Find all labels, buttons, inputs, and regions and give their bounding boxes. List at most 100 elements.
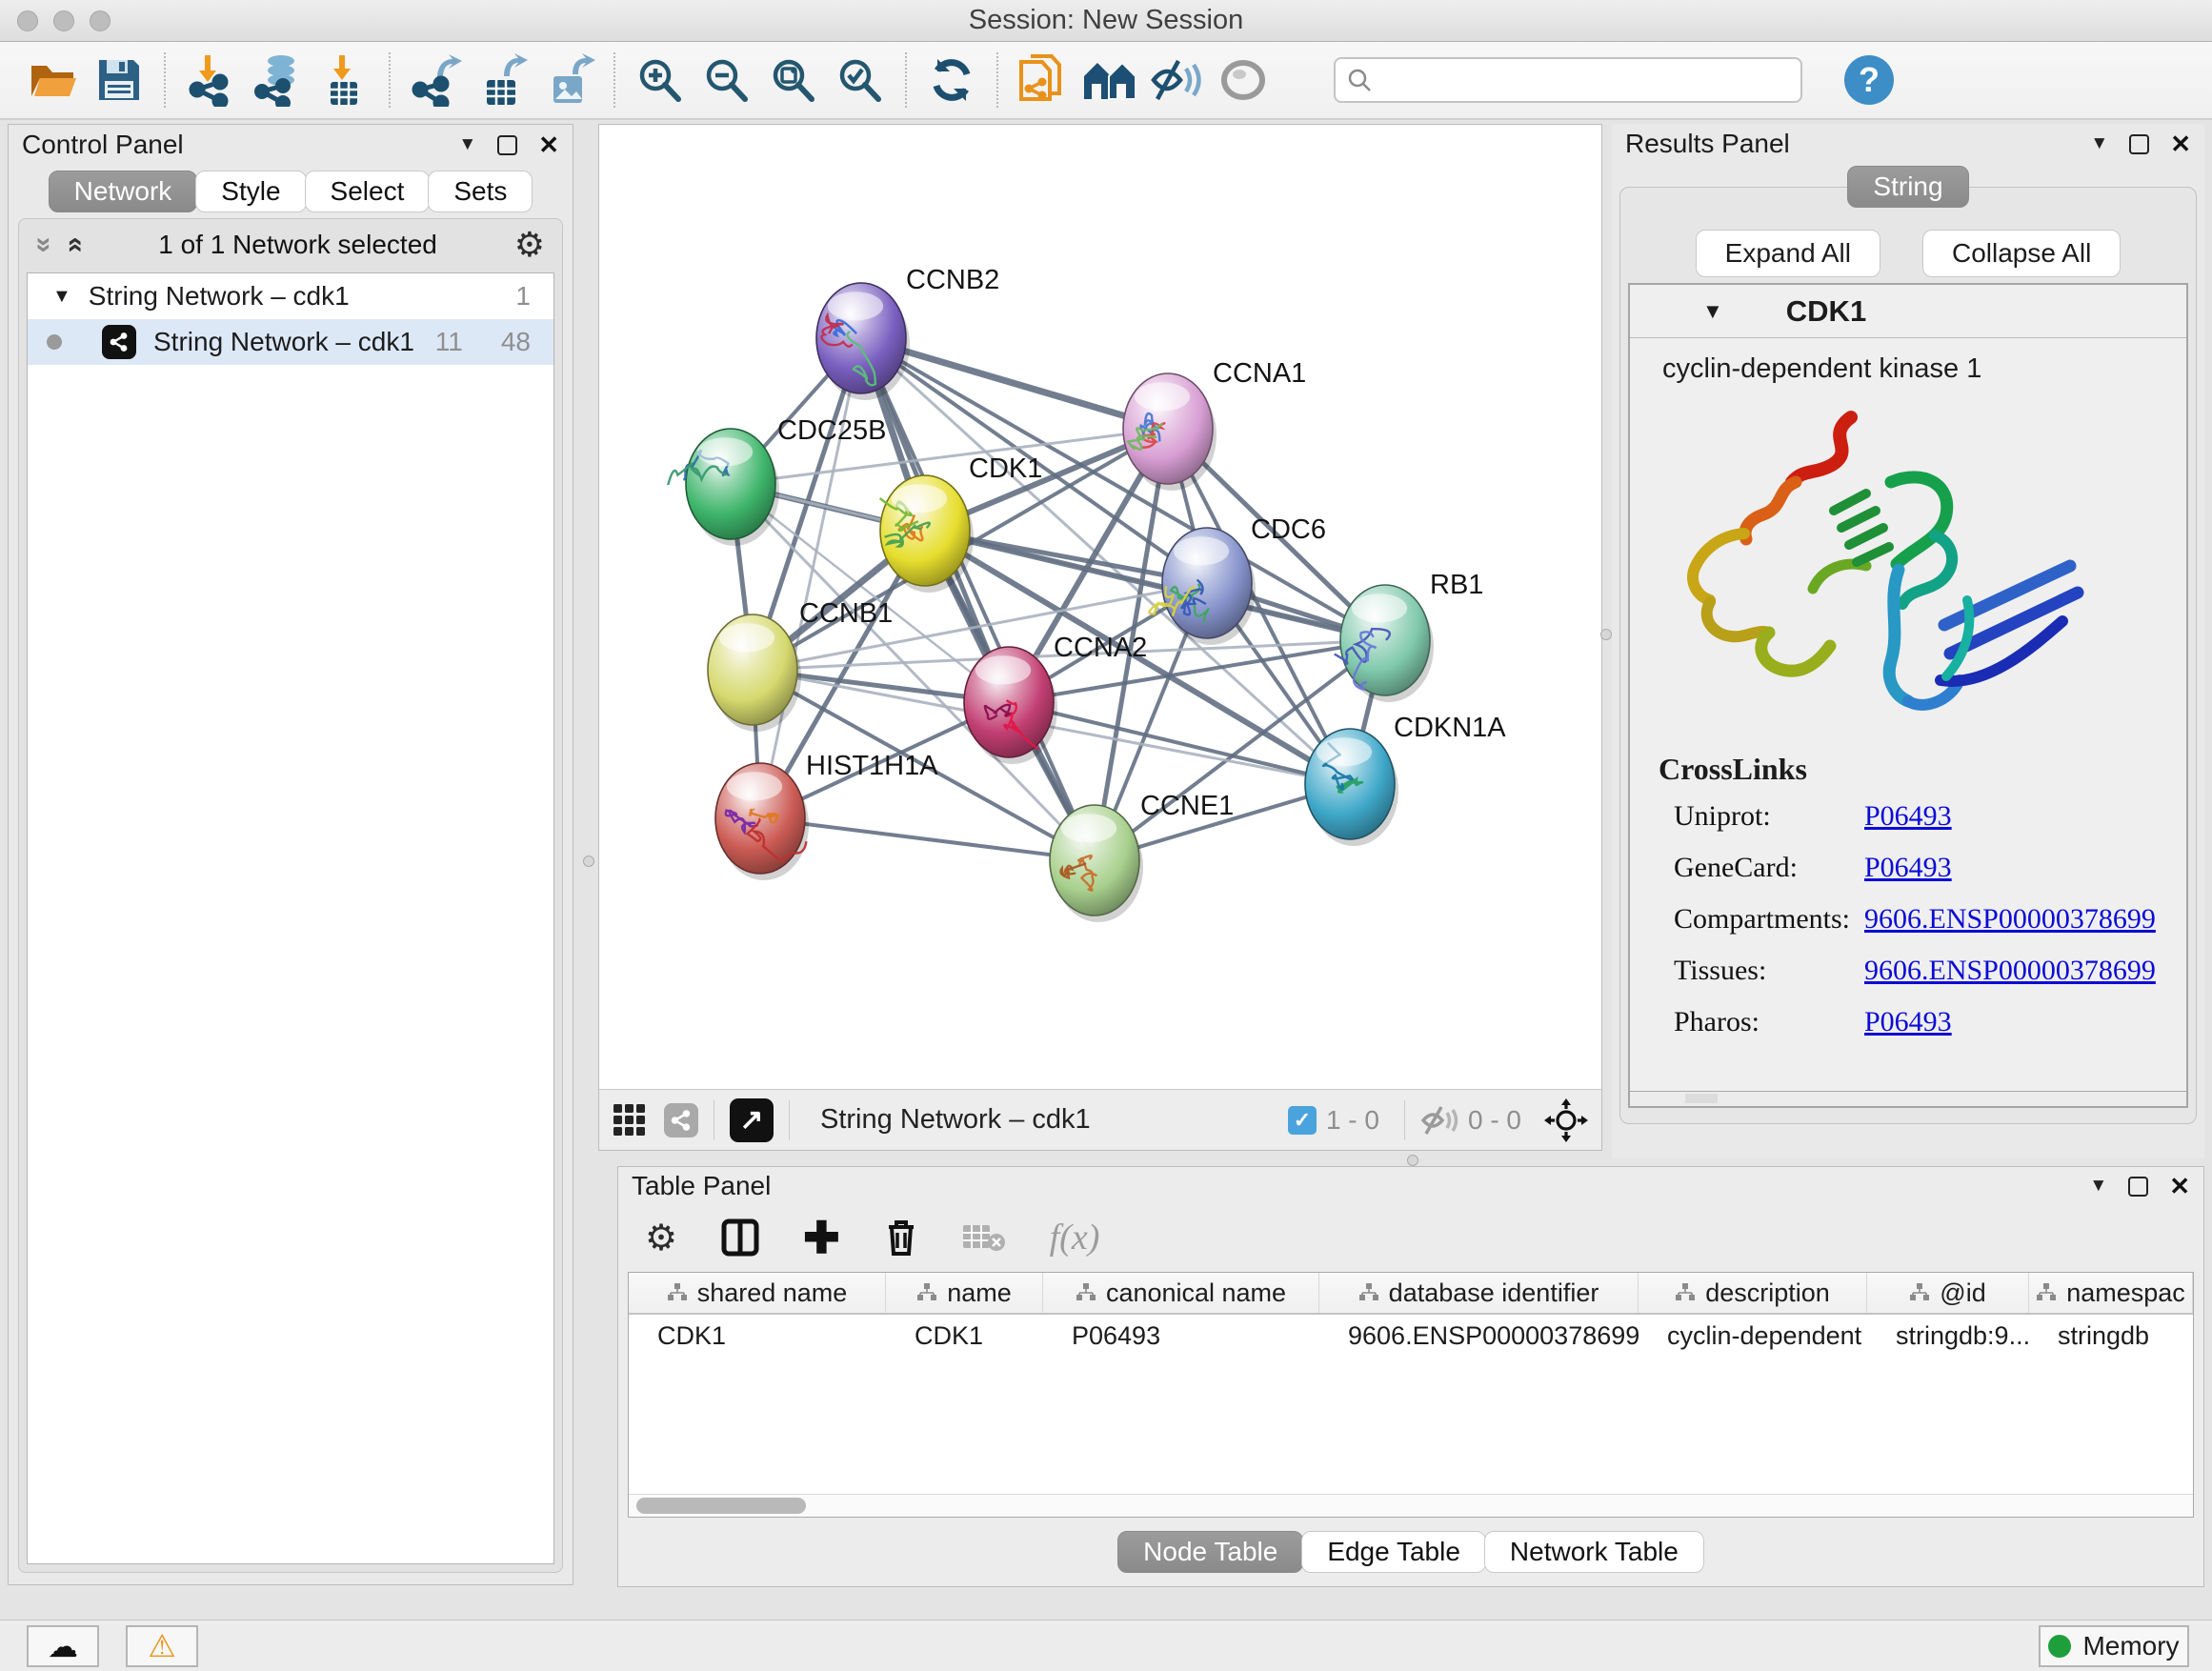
create-column-icon[interactable]: ✚ [803, 1216, 840, 1259]
tab-select[interactable]: Select [305, 171, 431, 212]
collapse-all-button[interactable]: Collapse All [1922, 230, 2121, 277]
right-splitter-handle[interactable] [1600, 629, 1612, 640]
network-tab-content: » » 1 of 1 Network selected ⚙ ▼ String N… [18, 218, 563, 1573]
cloud-button[interactable]: ☁ [27, 1625, 99, 1667]
collapse-all-networks-icon[interactable]: » [28, 237, 60, 253]
column-header-namespac[interactable]: namespac [2029, 1273, 2193, 1313]
network-node-ccnb2[interactable] [816, 283, 910, 400]
results-panel-close-icon[interactable]: ✕ [2170, 130, 2191, 159]
export-image-icon[interactable] [539, 50, 598, 110]
expand-all-networks-icon[interactable]: » [57, 237, 90, 253]
zoom-selected-icon[interactable] [831, 50, 890, 110]
network-row[interactable]: String Network – cdk1 11 48 [28, 319, 553, 365]
table-panel-close-icon[interactable]: ✕ [2169, 1172, 2190, 1201]
tab-string[interactable]: String [1847, 166, 1968, 208]
import-table-icon[interactable] [314, 50, 373, 110]
network-node-ccna1[interactable] [1123, 373, 1217, 491]
show-columns-icon[interactable] [721, 1218, 759, 1257]
control-panel-menu-icon[interactable]: ▼ [458, 134, 476, 155]
network-node-ccne1[interactable] [1050, 805, 1143, 922]
bottom-splitter-handle[interactable] [1407, 1155, 1418, 1166]
crosslink-link[interactable]: P06493 [1864, 852, 1952, 884]
crosslink-link[interactable]: 9606.ENSP00000378699 [1864, 903, 2156, 936]
export-network-icon[interactable] [406, 50, 465, 110]
selected-count-checkbox-icon[interactable]: ✓ [1288, 1106, 1317, 1135]
table-hscrollbar[interactable] [629, 1494, 2193, 1517]
control-panel-float-icon[interactable] [497, 135, 517, 155]
open-icon[interactable] [23, 50, 82, 110]
tab-edge-table[interactable]: Edge Table [1301, 1531, 1486, 1573]
zoom-fit-icon[interactable] [764, 50, 823, 110]
hidden-eye-icon[interactable] [1420, 1105, 1458, 1136]
network-node-hist1h1a[interactable] [715, 763, 809, 880]
open-in-window-icon[interactable]: ↗ [730, 1098, 774, 1142]
toolbar-separator [996, 52, 998, 108]
network-edge[interactable] [760, 818, 1095, 860]
table-row[interactable]: CDK1CDK1P064939606.ENSP00000378699cyclin… [629, 1315, 2193, 1357]
table-panel-float-icon[interactable] [2128, 1177, 2148, 1197]
function-builder-icon-disabled: f(x) [1050, 1217, 1100, 1258]
window-title: Session: New Session [0, 5, 2212, 36]
results-panel-float-icon[interactable] [2129, 134, 2149, 154]
import-network-icon[interactable] [181, 50, 240, 110]
zoom-in-icon[interactable] [631, 50, 690, 110]
network-canvas[interactable]: CCNB2CCNA1CDC25BCDK1CDC6RB1CCNB1CCNA2CDK… [599, 125, 1601, 1091]
tab-style[interactable]: Style [195, 171, 306, 212]
network-options-gear-icon[interactable]: ⚙ [514, 225, 545, 265]
table-hscrollbar-thumb[interactable] [636, 1498, 806, 1514]
results-panel-menu-icon[interactable]: ▼ [2090, 133, 2108, 154]
column-header-canonical-name[interactable]: canonical name [1043, 1273, 1319, 1313]
eye-icon[interactable] [1214, 50, 1273, 110]
column-header-database-identifier[interactable]: database identifier [1319, 1273, 1639, 1313]
gene-collapse-icon[interactable]: ▼ [1702, 299, 1723, 324]
collection-expand-icon[interactable]: ▼ [52, 286, 71, 308]
import-database-icon[interactable] [248, 50, 307, 110]
crosslink-link[interactable]: P06493 [1864, 1006, 1952, 1038]
column-header-description[interactable]: description [1639, 1273, 1867, 1313]
expand-all-button[interactable]: Expand All [1696, 230, 1880, 277]
export-table-icon[interactable] [473, 50, 532, 110]
column-header--id[interactable]: @id [1867, 1273, 2029, 1313]
network-node-ccna2[interactable] [964, 647, 1057, 764]
tab-node-table[interactable]: Node Table [1117, 1531, 1303, 1573]
network-node-ccnb1[interactable] [708, 614, 801, 732]
delete-column-icon[interactable] [884, 1218, 918, 1258]
left-splitter-handle[interactable] [583, 856, 594, 867]
control-panel-close-icon[interactable]: ✕ [538, 131, 559, 160]
table-options-gear-icon[interactable]: ⚙ [645, 1217, 677, 1259]
help-icon[interactable]: ? [1844, 55, 1894, 105]
search-field[interactable] [1334, 57, 1802, 103]
zoom-out-icon[interactable] [697, 50, 756, 110]
toolbar-separator [905, 52, 907, 108]
tab-network-table[interactable]: Network Table [1484, 1531, 1704, 1573]
column-type-icon [667, 1283, 688, 1302]
network-node-cdc6[interactable] [1149, 528, 1256, 645]
table-panel-menu-icon[interactable]: ▼ [2089, 1176, 2107, 1197]
search-input[interactable] [1381, 66, 1789, 95]
column-label: database identifier [1389, 1278, 1599, 1308]
column-header-shared-name[interactable]: shared name [629, 1273, 886, 1313]
network-edge[interactable] [861, 338, 1095, 860]
refresh-layout-icon[interactable] [922, 50, 981, 110]
network-edge[interactable] [760, 338, 861, 818]
results-scrollbar[interactable] [1630, 1091, 2186, 1106]
save-icon[interactable] [90, 50, 149, 110]
string-style-icon[interactable] [664, 1103, 698, 1137]
network-node-cdk1[interactable] [880, 475, 974, 593]
crosslink-link[interactable]: P06493 [1864, 800, 1952, 833]
birdseye-grid-icon[interactable] [613, 1103, 647, 1137]
memory-button[interactable]: Memory [2039, 1625, 2189, 1667]
fit-content-crosshair-icon[interactable] [1544, 1098, 1588, 1142]
column-header-name[interactable]: name [886, 1273, 1043, 1313]
tab-sets[interactable]: Sets [428, 171, 533, 212]
warnings-button[interactable]: ⚠ [126, 1625, 198, 1667]
table-panel-title: Table Panel [632, 1171, 771, 1201]
network-collection-row[interactable]: ▼ String Network – cdk1 1 [28, 273, 553, 319]
string-homes-icon[interactable] [1080, 50, 1139, 110]
hide-unhide-icon[interactable] [1147, 50, 1206, 110]
network-node-cdc25b[interactable] [668, 429, 779, 546]
tab-network[interactable]: Network [49, 171, 198, 212]
crosslink-link[interactable]: 9606.ENSP00000378699 [1864, 955, 2156, 987]
share-file-icon[interactable] [1014, 50, 1073, 110]
network-node-cdkn1a[interactable] [1305, 729, 1398, 846]
